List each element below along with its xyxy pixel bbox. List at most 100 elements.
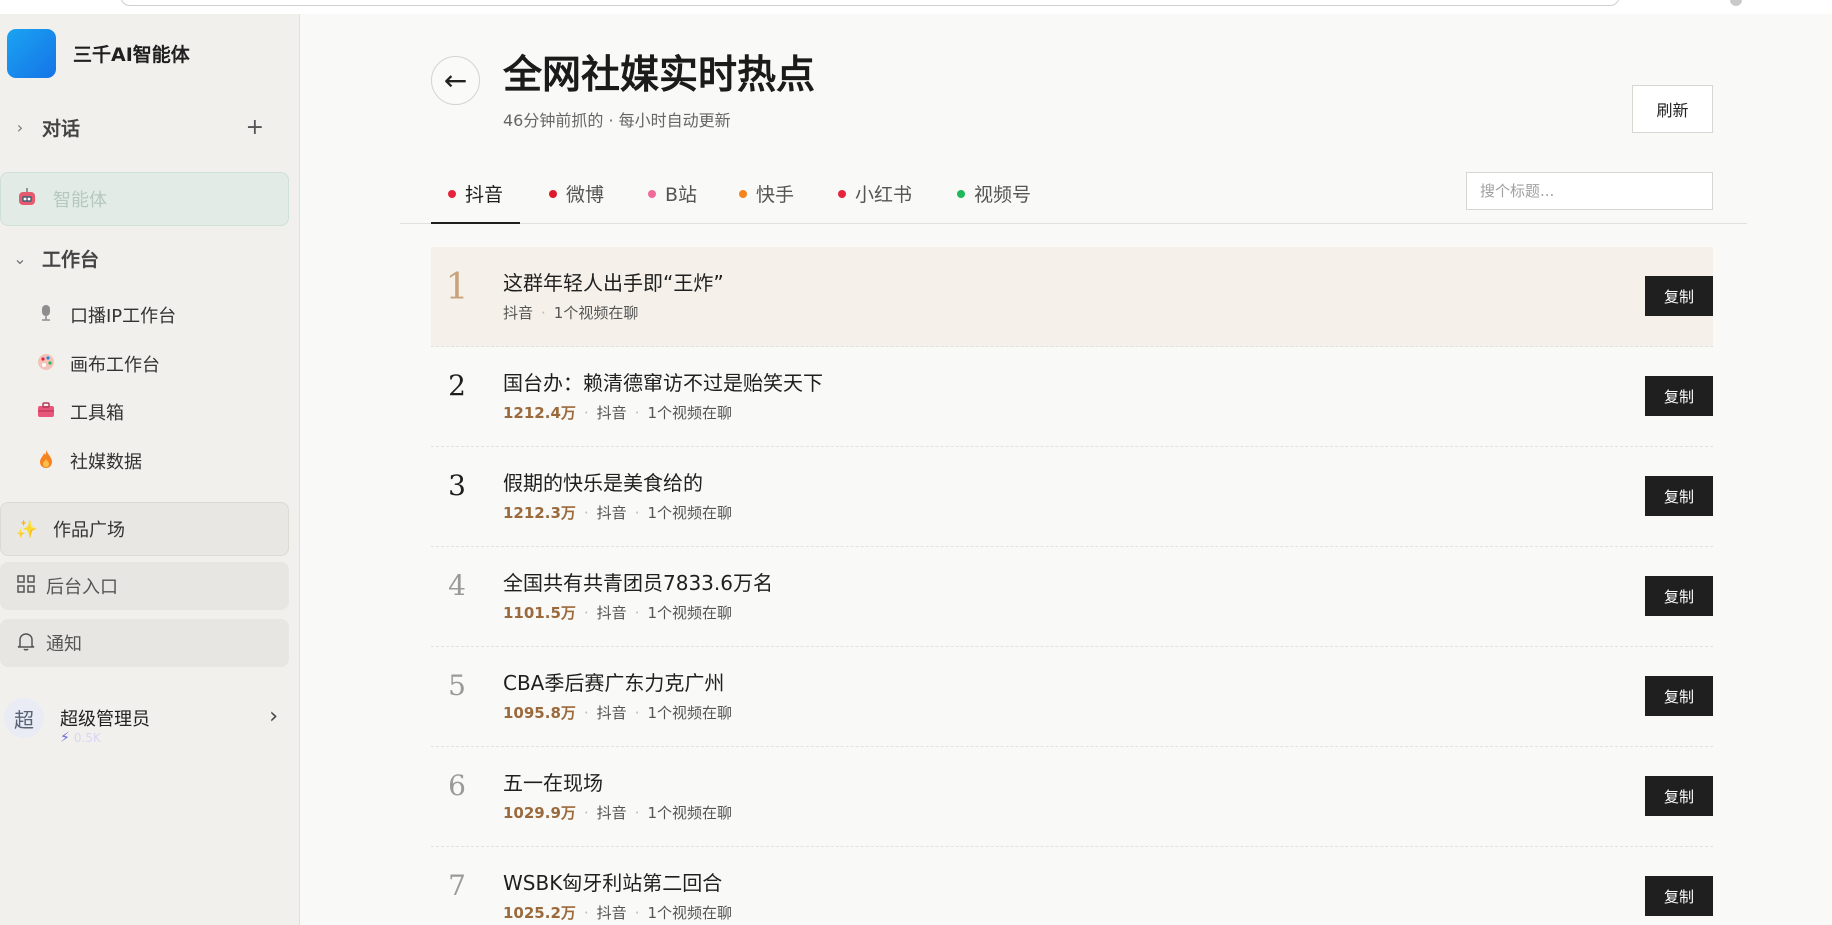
- topic-video-count: 1个视频在聊: [647, 904, 733, 922]
- meta-separator: ·: [634, 703, 640, 722]
- sidebar-item-social-data-label: 社媒数据: [70, 452, 142, 473]
- tab-shipinhao-dot: [957, 190, 965, 198]
- sidebar-item-toolbox-label: 工具箱: [70, 403, 124, 424]
- sidebar-item-oral-ip-label: 口播IP工作台: [70, 306, 177, 327]
- rank-number: 4: [448, 569, 466, 602]
- tab-kuaishou[interactable]: 快手: [739, 170, 794, 224]
- sidebar-section-workbench[interactable]: ⌄ 工作台: [0, 243, 300, 273]
- tab-bilibili[interactable]: B站: [648, 170, 697, 224]
- sidebar-item-backend[interactable]: 后台入口: [0, 562, 289, 610]
- tab-douyin-label: 抖音: [465, 184, 504, 206]
- topic-video-count: 1个视频在聊: [553, 304, 639, 322]
- topic-video-count: 1个视频在聊: [647, 704, 733, 722]
- chevron-down-icon: ⌄: [13, 248, 27, 268]
- sidebar-section-workbench-label: 工作台: [42, 248, 100, 271]
- tab-xiaohongshu[interactable]: 小红书: [838, 170, 912, 224]
- list-item: 7 WSBK匈牙利站第二回合 1025.2万 · 抖音 · 1个视频在聊 复制: [431, 847, 1713, 925]
- topic-title[interactable]: CBA季后赛广东力克广州: [503, 667, 724, 696]
- topic-heat: 1029.9万: [503, 804, 576, 822]
- meta-separator: ·: [583, 903, 589, 922]
- tab-shipinhao-label: 视频号: [974, 184, 1032, 206]
- copy-button[interactable]: 复制: [1645, 276, 1713, 316]
- meta-separator: ·: [583, 403, 589, 422]
- copy-button[interactable]: 复制: [1645, 376, 1713, 416]
- copy-button[interactable]: 复制: [1645, 676, 1713, 716]
- topic-meta: 1212.4万 · 抖音 · 1个视频在聊: [503, 402, 732, 423]
- meta-separator: ·: [583, 803, 589, 822]
- topic-title[interactable]: 这群年轻人出手即“王炸”: [503, 267, 724, 296]
- tab-douyin-dot: [448, 190, 456, 198]
- copy-button[interactable]: 复制: [1645, 776, 1713, 816]
- tab-weibo[interactable]: 微博: [549, 170, 604, 224]
- tab-bilibili-label: B站: [665, 184, 698, 206]
- browser-profile-icon[interactable]: [1730, 0, 1742, 6]
- meta-separator: ·: [583, 503, 589, 522]
- hot-topic-list: 1 这群年轻人出手即“王炸” 抖音 · 1个视频在聊 复制 2 国台办：赖清德窜…: [431, 247, 1713, 925]
- list-item: 3 假期的快乐是美食给的 1212.3万 · 抖音 · 1个视频在聊 复制: [431, 447, 1713, 547]
- rank-number: 3: [448, 469, 466, 502]
- topic-meta: 1025.2万 · 抖音 · 1个视频在聊: [503, 902, 732, 923]
- new-chat-plus-icon[interactable]: +: [246, 115, 264, 140]
- copy-button[interactable]: 复制: [1645, 576, 1713, 616]
- tab-weibo-label: 微博: [566, 184, 605, 206]
- topic-meta: 1212.3万 · 抖音 · 1个视频在聊: [503, 502, 732, 523]
- tab-bilibili-dot: [648, 190, 656, 198]
- avatar: 超: [4, 698, 44, 738]
- topic-title[interactable]: 国台办：赖清德窜访不过是贻笑天下: [503, 367, 823, 396]
- microphone-icon: [36, 304, 56, 326]
- sidebar-item-agent[interactable]: 智能体: [0, 172, 289, 226]
- page-title: 全网社媒实时热点: [503, 52, 816, 98]
- user-profile[interactable]: 超 超级管理员 ⚡ 0.5K ›: [0, 690, 300, 746]
- topic-heat: 1101.5万: [503, 604, 576, 622]
- sidebar-item-toolbox[interactable]: 工具箱: [36, 399, 124, 425]
- browser-address-bar[interactable]: [120, 0, 1620, 6]
- tab-shipinhao[interactable]: 视频号: [957, 170, 1031, 224]
- topic-heat: 1212.3万: [503, 504, 576, 522]
- sidebar-item-notifications[interactable]: 通知: [0, 619, 289, 667]
- sidebar-item-oral-ip[interactable]: 口播IP工作台: [36, 302, 176, 328]
- topic-video-count: 1个视频在聊: [647, 504, 733, 522]
- chevron-right-icon[interactable]: ›: [269, 704, 278, 729]
- refresh-button[interactable]: 刷新: [1632, 85, 1713, 133]
- sparkles-icon: ✨: [15, 518, 39, 540]
- topic-title[interactable]: WSBK匈牙利站第二回合: [503, 867, 722, 896]
- brand: 三千AI智能体: [7, 29, 190, 78]
- list-item: 6 五一在现场 1029.9万 · 抖音 · 1个视频在聊 复制: [431, 747, 1713, 847]
- topic-platform: 抖音: [596, 704, 627, 722]
- meta-separator: ·: [541, 303, 546, 322]
- sidebar-item-backend-label: 后台入口: [46, 577, 118, 598]
- sidebar-item-social-data[interactable]: 社媒数据: [36, 448, 142, 474]
- back-button[interactable]: ←: [431, 56, 480, 105]
- sidebar-item-works-square[interactable]: ✨ 作品广场: [0, 502, 289, 556]
- topic-platform: 抖音: [596, 904, 627, 922]
- meta-separator: ·: [583, 603, 589, 622]
- sidebar-item-canvas[interactable]: 画布工作台: [36, 351, 160, 377]
- topic-title[interactable]: 五一在现场: [503, 767, 603, 796]
- tab-weibo-dot: [549, 190, 557, 198]
- topic-meta: 1095.8万 · 抖音 · 1个视频在聊: [503, 702, 732, 723]
- sidebar-section-chat-label: 对话: [42, 117, 81, 140]
- topic-title[interactable]: 假期的快乐是美食给的: [503, 467, 703, 496]
- topic-platform: 抖音: [596, 804, 627, 822]
- meta-separator: ·: [634, 503, 640, 522]
- topic-meta: 1101.5万 · 抖音 · 1个视频在聊: [503, 602, 732, 623]
- rank-number: 7: [448, 869, 466, 902]
- chevron-right-icon: ›: [16, 117, 24, 137]
- rank-number: 2: [448, 369, 466, 402]
- tab-douyin[interactable]: 抖音: [431, 170, 521, 224]
- topic-video-count: 1个视频在聊: [647, 404, 733, 422]
- copy-button[interactable]: 复制: [1645, 876, 1713, 916]
- topic-heat: 1025.2万: [503, 904, 576, 922]
- app-name: 三千AI智能体: [73, 44, 190, 66]
- title-search-input[interactable]: [1466, 172, 1713, 210]
- sidebar-section-chat[interactable]: › 对话 +: [0, 112, 300, 142]
- toolbox-icon: [36, 402, 56, 422]
- topic-platform: 抖音: [596, 604, 627, 622]
- app-logo-icon: [7, 29, 56, 78]
- main-content: ← 全网社媒实时热点 46分钟前抓的 · 每小时自动更新 刷新 抖音 微博 B站…: [300, 0, 1832, 925]
- sidebar: 三千AI智能体 › 对话 + 智能体 ⌄ 工作台 口播IP工作台 画布工作台 工…: [0, 0, 300, 925]
- topic-title[interactable]: 全国共有共青团员7833.6万名: [503, 567, 773, 596]
- copy-button[interactable]: 复制: [1645, 476, 1713, 516]
- meta-separator: ·: [634, 603, 640, 622]
- topic-heat: 1212.4万: [503, 404, 576, 422]
